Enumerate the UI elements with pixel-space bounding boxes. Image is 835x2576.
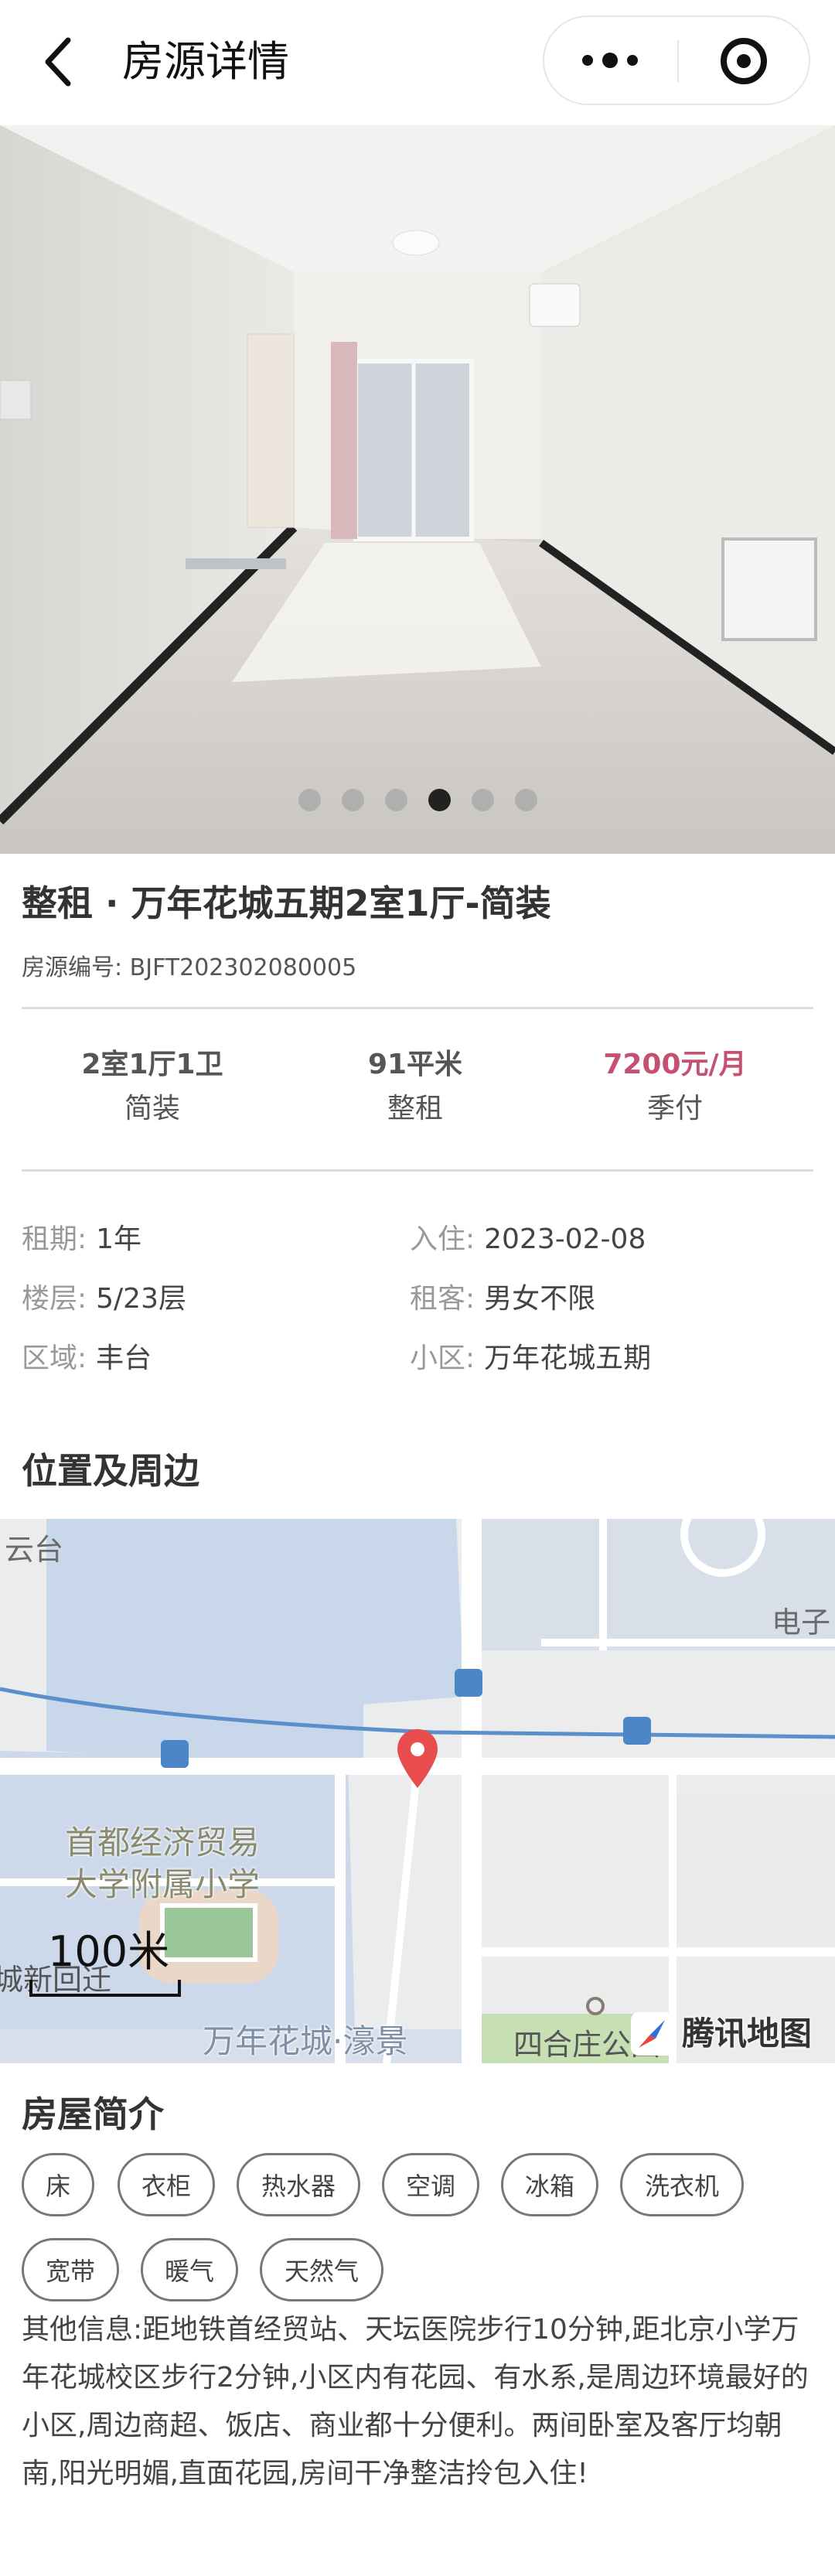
tencent-map-brand: 腾讯地图: [628, 2009, 829, 2059]
section-title-intro: 房屋简介: [22, 2093, 164, 2135]
map-label-yuntai: 云台: [5, 1533, 64, 1567]
map-label-dianzi: 电子: [772, 1605, 831, 1639]
facility-tag: 宽带: [22, 2238, 119, 2301]
carousel-dot[interactable]: [384, 789, 407, 811]
compass-icon: [631, 2012, 674, 2056]
detail-community: 小区: 万年花城五期: [410, 1339, 651, 1378]
map-scale-bar: [29, 1980, 181, 1997]
map-label-school: 首都经济贸易: [65, 1824, 261, 1861]
stat-value: 91平米: [367, 1049, 463, 1080]
map-label-wannian: 万年花城·濠景: [203, 2022, 408, 2060]
mini-program-capsule: [543, 15, 810, 105]
detail-value: 2023-02-08: [484, 1223, 646, 1255]
map-scale-label: 100米: [48, 1927, 170, 1976]
divider: [22, 1169, 813, 1172]
detail-key: 租期:: [22, 1223, 87, 1255]
divider: [22, 1007, 813, 1009]
stat-value-price: 7200元/月: [603, 1049, 747, 1080]
stat-value: 2室1厅1卫: [81, 1049, 223, 1080]
detail-value: 万年花城五期: [484, 1343, 652, 1374]
detail-value: 丰台: [96, 1343, 152, 1374]
detail-floor: 楼层: 5/23层: [22, 1280, 186, 1319]
room-photo: [0, 125, 835, 854]
carousel-dot[interactable]: [298, 789, 321, 811]
facility-tag: 天然气: [260, 2238, 383, 2301]
page-title: 房源详情: [122, 37, 289, 86]
carousel-dot[interactable]: [514, 789, 537, 811]
detail-key: 区域:: [22, 1343, 87, 1374]
detail-checkin: 入住: 2023-02-08: [410, 1220, 646, 1259]
stat-label: 整租: [387, 1093, 443, 1124]
house-photo-carousel[interactable]: [0, 125, 835, 854]
detail-value: 1年: [96, 1223, 142, 1255]
stat-layout: 2室1厅1卫 简装: [21, 1046, 284, 1128]
detail-key: 入住:: [410, 1223, 475, 1255]
map-brand-label: 腾讯地图: [682, 2015, 813, 2052]
facility-tag: 衣柜: [118, 2153, 215, 2216]
facility-tag: 暖气: [141, 2238, 238, 2301]
detail-key: 小区:: [410, 1343, 475, 1374]
house-title: 整租 · 万年花城五期2室1厅-简装: [22, 882, 551, 924]
target-circle-icon[interactable]: [721, 38, 767, 84]
carousel-dot[interactable]: [471, 789, 494, 811]
stat-label: 简装: [124, 1093, 180, 1124]
detail-tenant: 租客: 男女不限: [410, 1280, 595, 1319]
detail-value: 男女不限: [484, 1283, 596, 1315]
section-title-location: 位置及周边: [22, 1450, 199, 1492]
nav-bar: 房源详情: [0, 0, 835, 125]
facility-tag: 冰箱: [501, 2153, 598, 2216]
detail-lease: 租期: 1年: [22, 1220, 141, 1259]
carousel-indicator: [0, 789, 835, 812]
house-description: 其他信息:距地铁首经贸站、天坛医院步行10分钟,距北京小学万年花城校区步行2分钟…: [22, 2314, 809, 2489]
facility-tag: 床: [22, 2153, 94, 2216]
map-label-school: 大学附属小学: [65, 1865, 261, 1903]
stat-label: 季付: [646, 1093, 703, 1124]
stat-price: 7200元/月 季付: [544, 1046, 806, 1128]
detail-district: 区域: 丰台: [22, 1339, 152, 1378]
house-code: 房源编号: BJFT202302080005: [22, 954, 357, 981]
location-pin-icon[interactable]: [396, 1728, 439, 1790]
detail-key: 租客:: [410, 1283, 475, 1315]
facility-tag: 空调: [382, 2153, 479, 2216]
capsule-divider: [677, 40, 679, 82]
stat-area: 91平米 整租: [284, 1046, 547, 1128]
detail-key: 楼层:: [22, 1283, 87, 1315]
carousel-dot-active[interactable]: [428, 789, 451, 811]
facility-tag: 洗衣机: [620, 2153, 744, 2216]
chevron-left-icon[interactable]: [37, 34, 84, 90]
carousel-dot[interactable]: [341, 789, 364, 811]
more-dots-icon[interactable]: [544, 17, 676, 104]
detail-value: 5/23层: [96, 1283, 186, 1315]
facility-tag: 热水器: [237, 2153, 360, 2216]
